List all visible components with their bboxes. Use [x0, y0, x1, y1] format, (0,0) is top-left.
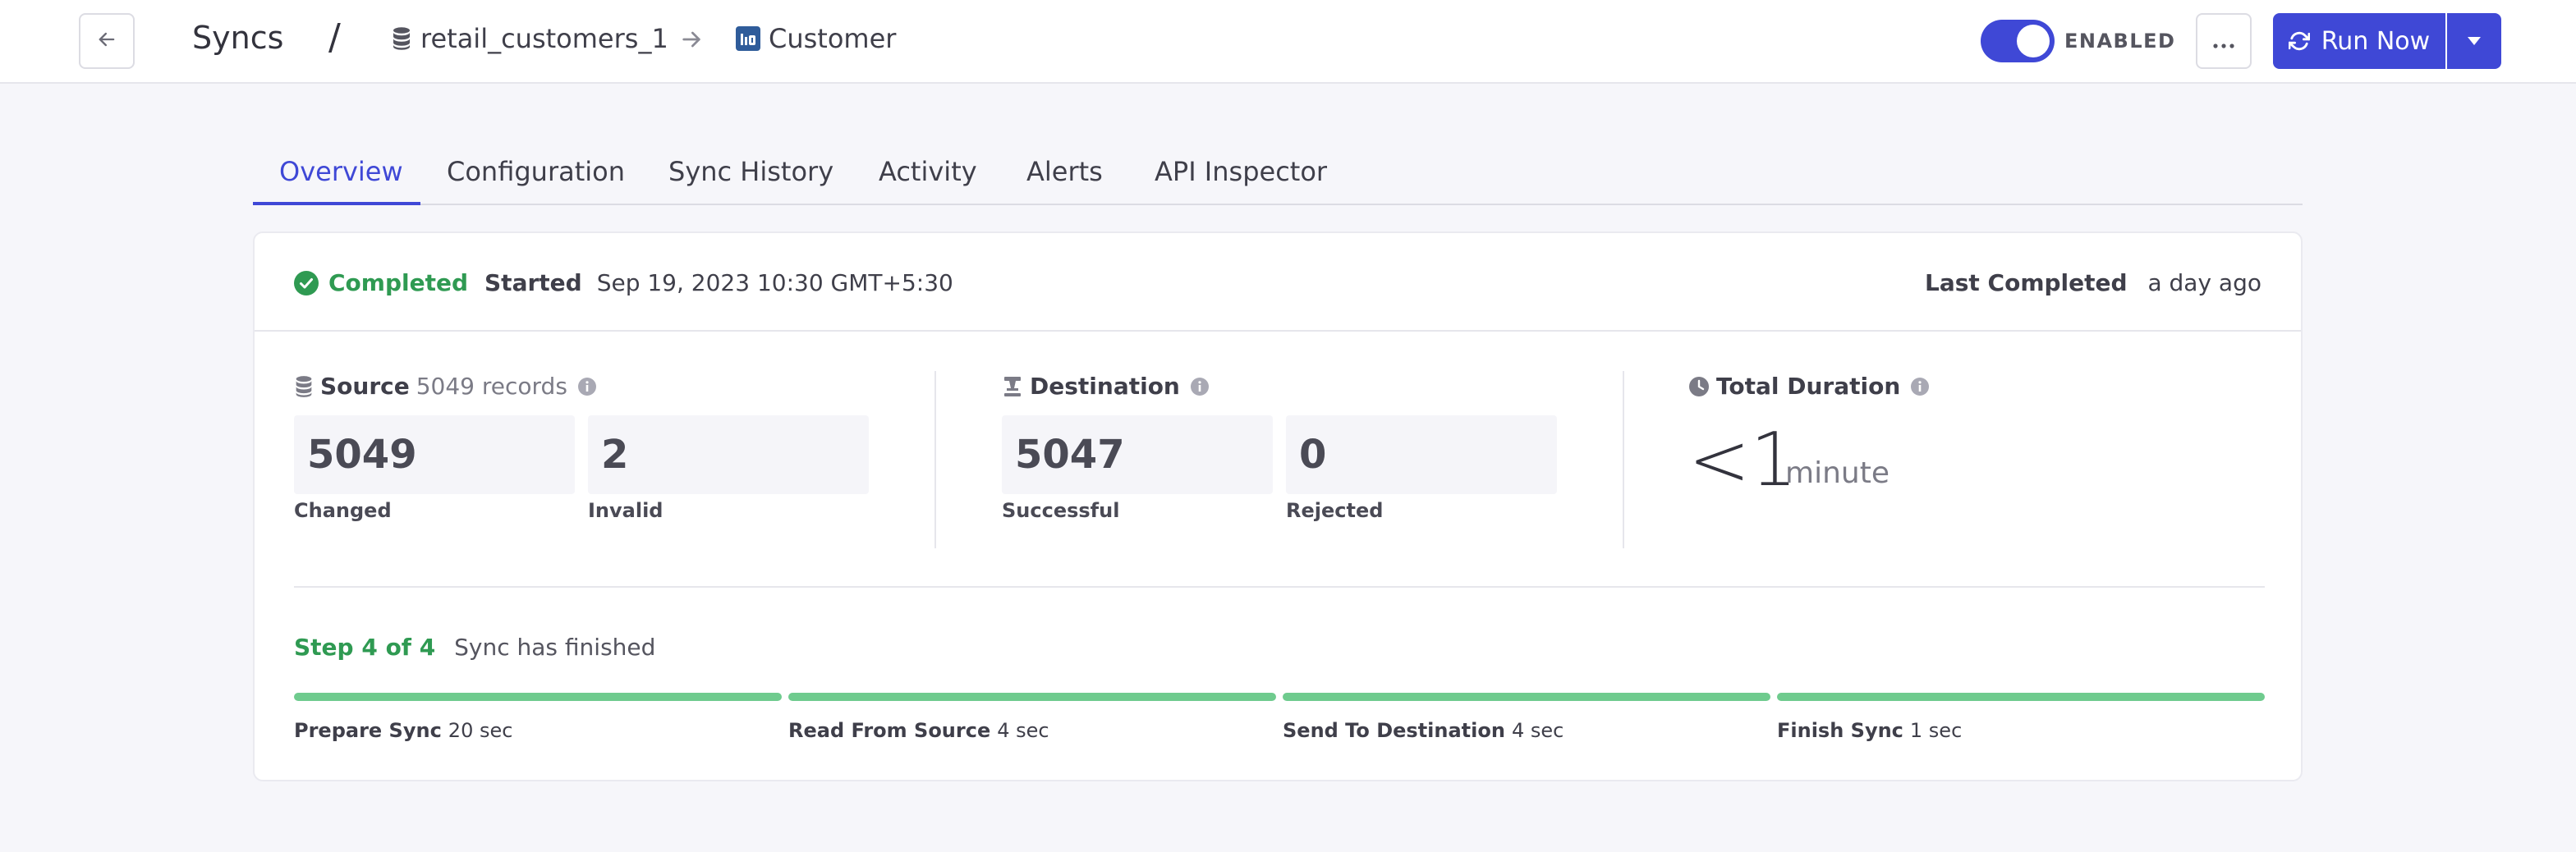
- top-header: Syncs / retail_customers_1 Customer ENAB…: [0, 0, 2576, 84]
- last-completed: Last Completed a day ago: [1925, 269, 2261, 296]
- info-icon[interactable]: [577, 377, 597, 396]
- back-button[interactable]: [79, 13, 135, 69]
- step-send: Send To Destination 4 sec: [1283, 719, 1564, 742]
- breadcrumb-destination[interactable]: Customer: [736, 23, 896, 54]
- breadcrumb-source[interactable]: retail_customers_1: [391, 23, 668, 54]
- tab-alerts[interactable]: Alerts: [1026, 148, 1103, 205]
- destination-icon: [1002, 375, 1023, 398]
- destination-section-title: Destination: [1002, 373, 1210, 400]
- destination-logo-icon: [736, 26, 760, 51]
- database-icon: [294, 375, 314, 398]
- tab-sync-history[interactable]: Sync History: [668, 148, 833, 205]
- destination-successful-value: 5047: [1002, 415, 1273, 494]
- progress-bar-read: [788, 693, 1276, 701]
- tab-overview[interactable]: Overview: [279, 148, 403, 205]
- tab-activity[interactable]: Activity: [879, 148, 977, 205]
- source-invalid-value: 2: [588, 415, 869, 494]
- tab-configuration[interactable]: Configuration: [447, 148, 625, 205]
- sync-overview-card: Completed Started Sep 19, 2023 10:30 GMT…: [253, 231, 2303, 781]
- step-name: Read From Source: [788, 719, 991, 742]
- toggle-knob: [2017, 25, 2050, 57]
- step-name: Prepare Sync: [294, 719, 442, 742]
- last-completed-value: a day ago: [2147, 269, 2261, 296]
- run-options-dropdown[interactable]: [2447, 13, 2501, 69]
- source-changed-value: 5049: [294, 415, 575, 494]
- step-time: 4 sec: [997, 719, 1049, 742]
- duration-value: <1: [1688, 417, 1798, 503]
- info-icon[interactable]: [1910, 377, 1930, 396]
- started-label: Started: [484, 269, 582, 296]
- page-title[interactable]: Syncs: [192, 20, 283, 56]
- arrow-right-icon: [678, 26, 705, 56]
- section-divider: [934, 371, 936, 548]
- section-divider: [1623, 371, 1624, 548]
- breadcrumb-destination-label: Customer: [769, 23, 897, 54]
- step-time: 20 sec: [448, 719, 513, 742]
- last-completed-label: Last Completed: [1925, 269, 2128, 296]
- step-name: Finish Sync: [1777, 719, 1903, 742]
- enabled-label: ENABLED: [2064, 30, 2176, 53]
- breadcrumb-separator: /: [328, 16, 341, 58]
- database-icon: [391, 26, 412, 51]
- destination-label: Destination: [1030, 373, 1180, 400]
- status-badge: Completed: [328, 269, 469, 296]
- duration-label: Total Duration: [1716, 373, 1901, 400]
- duration-section-title: Total Duration: [1688, 373, 1930, 400]
- destination-rejected-label: Rejected: [1286, 499, 1384, 522]
- run-status: Completed Started Sep 19, 2023 10:30 GMT…: [294, 269, 953, 296]
- progress-bar-send: [1283, 693, 1770, 701]
- source-label: Source: [320, 373, 410, 400]
- enabled-toggle[interactable]: [1981, 20, 2055, 62]
- progress-bar-finish: [1777, 693, 2265, 701]
- check-circle-icon: [294, 270, 319, 295]
- step-prepare: Prepare Sync 20 sec: [294, 719, 512, 742]
- progress-message: Sync has finished: [454, 634, 656, 661]
- run-now-label: Run Now: [2321, 26, 2431, 56]
- refresh-icon: [2288, 30, 2310, 52]
- progress-status: Step 4 of 4 Sync has finished: [294, 634, 655, 661]
- chevron-down-icon: [2466, 34, 2482, 49]
- step-name: Send To Destination: [1283, 719, 1505, 742]
- duration-unit: minute: [1785, 456, 1890, 490]
- arrow-left-icon: [95, 28, 118, 54]
- run-status-bar: Completed Started Sep 19, 2023 10:30 GMT…: [255, 233, 2301, 332]
- step-time: 1 sec: [1909, 719, 1963, 742]
- step-counter: Step 4 of 4: [294, 634, 436, 661]
- step-time: 4 sec: [1511, 719, 1564, 742]
- destination-successful-label: Successful: [1002, 499, 1120, 522]
- clock-icon: [1688, 376, 1710, 397]
- more-options-button[interactable]: [2196, 13, 2252, 69]
- info-icon[interactable]: [1190, 377, 1210, 396]
- card-divider: [294, 586, 2265, 588]
- destination-rejected-value: 0: [1286, 415, 1557, 494]
- more-horizontal-icon: [2212, 27, 2235, 56]
- tab-bar: Overview Configuration Sync History Acti…: [253, 148, 2303, 205]
- active-tab-indicator: [253, 202, 420, 205]
- step-finish: Finish Sync 1 sec: [1777, 719, 1962, 742]
- step-read: Read From Source 4 sec: [788, 719, 1049, 742]
- progress-bar-prepare: [294, 693, 782, 701]
- source-invalid-label: Invalid: [588, 499, 664, 522]
- tab-api-inspector[interactable]: API Inspector: [1155, 148, 1327, 205]
- source-changed-label: Changed: [294, 499, 392, 522]
- run-now-button[interactable]: Run Now: [2273, 13, 2445, 69]
- source-record-count: 5049 records: [416, 373, 567, 400]
- started-timestamp: Sep 19, 2023 10:30 GMT+5:30: [596, 269, 953, 296]
- source-section-title: Source 5049 records: [294, 373, 597, 400]
- breadcrumb-source-label: retail_customers_1: [420, 23, 668, 54]
